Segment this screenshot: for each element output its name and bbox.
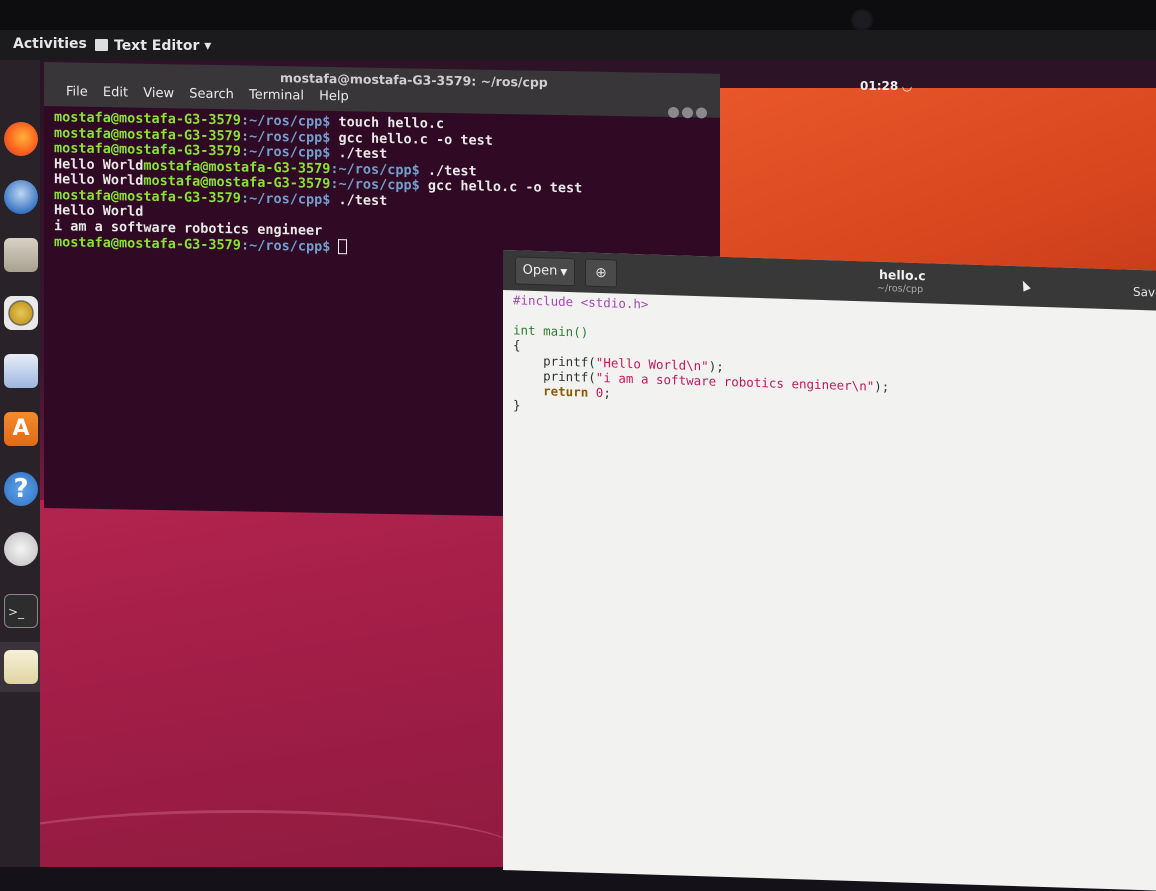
menu-terminal[interactable]: Terminal — [249, 88, 304, 104]
save-button[interactable]: Save — [1133, 285, 1156, 300]
terminal-cursor — [338, 239, 348, 255]
thunderbird-icon[interactable] — [4, 180, 38, 214]
files-icon[interactable] — [4, 238, 38, 272]
chevron-down-icon: ▼ — [560, 267, 568, 279]
terminal-icon[interactable]: >_ — [4, 594, 38, 628]
mouse-pointer-icon — [1019, 279, 1031, 292]
new-document-icon: ⊕ — [595, 264, 607, 282]
text-editor-icon — [95, 39, 108, 51]
webcam — [850, 8, 874, 32]
menu-help[interactable]: Help — [319, 89, 349, 105]
clock[interactable]: 01:28 ◡ — [860, 79, 912, 93]
amazon-icon[interactable] — [4, 532, 38, 566]
menu-file[interactable]: File — [66, 84, 88, 99]
text-editor-window[interactable]: Open ▼ ⊕ hello.c ~/ros/cpp Save #include … — [503, 250, 1156, 891]
software-center-icon[interactable]: A — [4, 412, 38, 446]
terminal-title: mostafa@mostafa-G3-3579: ~/ros/cpp — [280, 70, 548, 90]
terminal-output[interactable]: mostafa@mostafa-G3-3579:~/ros/cpp$ touch… — [44, 106, 720, 262]
firefox-icon[interactable] — [4, 122, 38, 156]
help-icon[interactable]: ? — [4, 472, 38, 506]
activities-button[interactable]: Activities — [13, 36, 87, 52]
open-button[interactable]: Open ▼ — [515, 256, 575, 287]
window-controls — [668, 103, 710, 123]
writer-icon[interactable] — [4, 354, 38, 388]
menu-search[interactable]: Search — [189, 87, 234, 103]
document-path: ~/ros/cpp — [877, 282, 924, 296]
app-menu-label: Text Editor ▾ — [114, 38, 212, 54]
close-button[interactable] — [696, 107, 707, 119]
dock: A ? >_ — [0, 60, 40, 867]
text-editor-icon[interactable] — [4, 650, 38, 684]
code-editor[interactable]: #include <stdio.h> int main(){ printf("H… — [503, 290, 1156, 433]
terminal-menubar: File Edit View Search Terminal Help — [66, 84, 360, 104]
document-title: hello.c — [879, 266, 926, 284]
menu-edit[interactable]: Edit — [103, 85, 128, 100]
app-menu[interactable]: Text Editor ▾ — [95, 38, 211, 54]
menu-view[interactable]: View — [143, 86, 174, 102]
open-button-label: Open — [522, 262, 558, 279]
rhythmbox-icon[interactable] — [4, 296, 38, 330]
minimize-button[interactable] — [668, 106, 679, 119]
new-document-button[interactable]: ⊕ — [585, 258, 617, 288]
maximize-button[interactable] — [682, 107, 693, 119]
